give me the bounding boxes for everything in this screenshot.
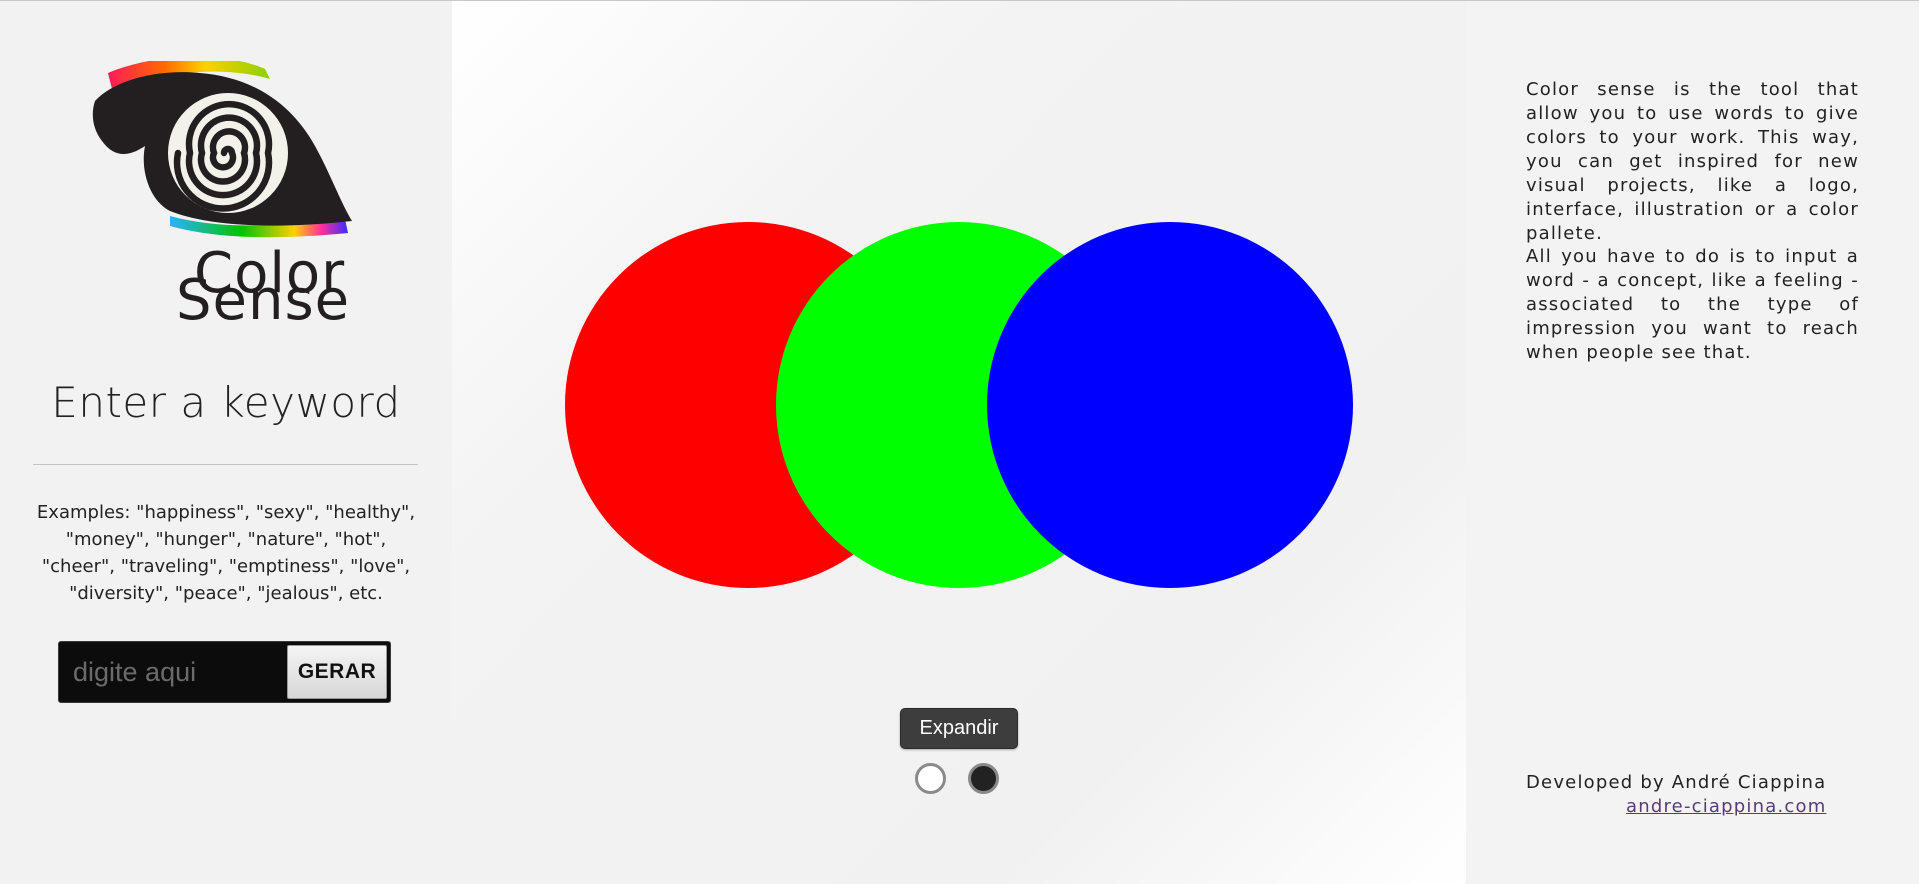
color-swatch-blue	[987, 222, 1353, 588]
keyword-form: GERAR	[58, 641, 391, 703]
right-panel: Color sense is the tool that allow you t…	[1466, 1, 1919, 884]
enter-keyword-heading: Enter a keyword	[51, 378, 401, 427]
palette-stage: Expandir	[452, 1, 1466, 884]
developer-credit: Developed by André Ciappina	[1526, 772, 1827, 793]
generate-button[interactable]: GERAR	[287, 645, 387, 699]
examples-text: Examples: "happiness", "sexy", "healthy"…	[36, 502, 416, 604]
color-sense-wordmark: Color Sense	[170, 246, 390, 331]
wordmark-sense: Sense	[176, 268, 351, 333]
developer-website-link[interactable]: andre-ciappina.com	[1626, 795, 1826, 819]
left-panel: Color Sense Enter a keyword Examples: "h…	[0, 1, 452, 884]
description-paragraph-2: All you have to do is to input a word - …	[1526, 246, 1859, 363]
white-background-toggle[interactable]	[915, 763, 946, 794]
divider	[33, 464, 418, 465]
dark-background-toggle[interactable]	[968, 763, 999, 794]
expand-button[interactable]: Expandir	[900, 708, 1018, 749]
description-paragraph-1: Color sense is the tool that allow you t…	[1526, 79, 1859, 244]
